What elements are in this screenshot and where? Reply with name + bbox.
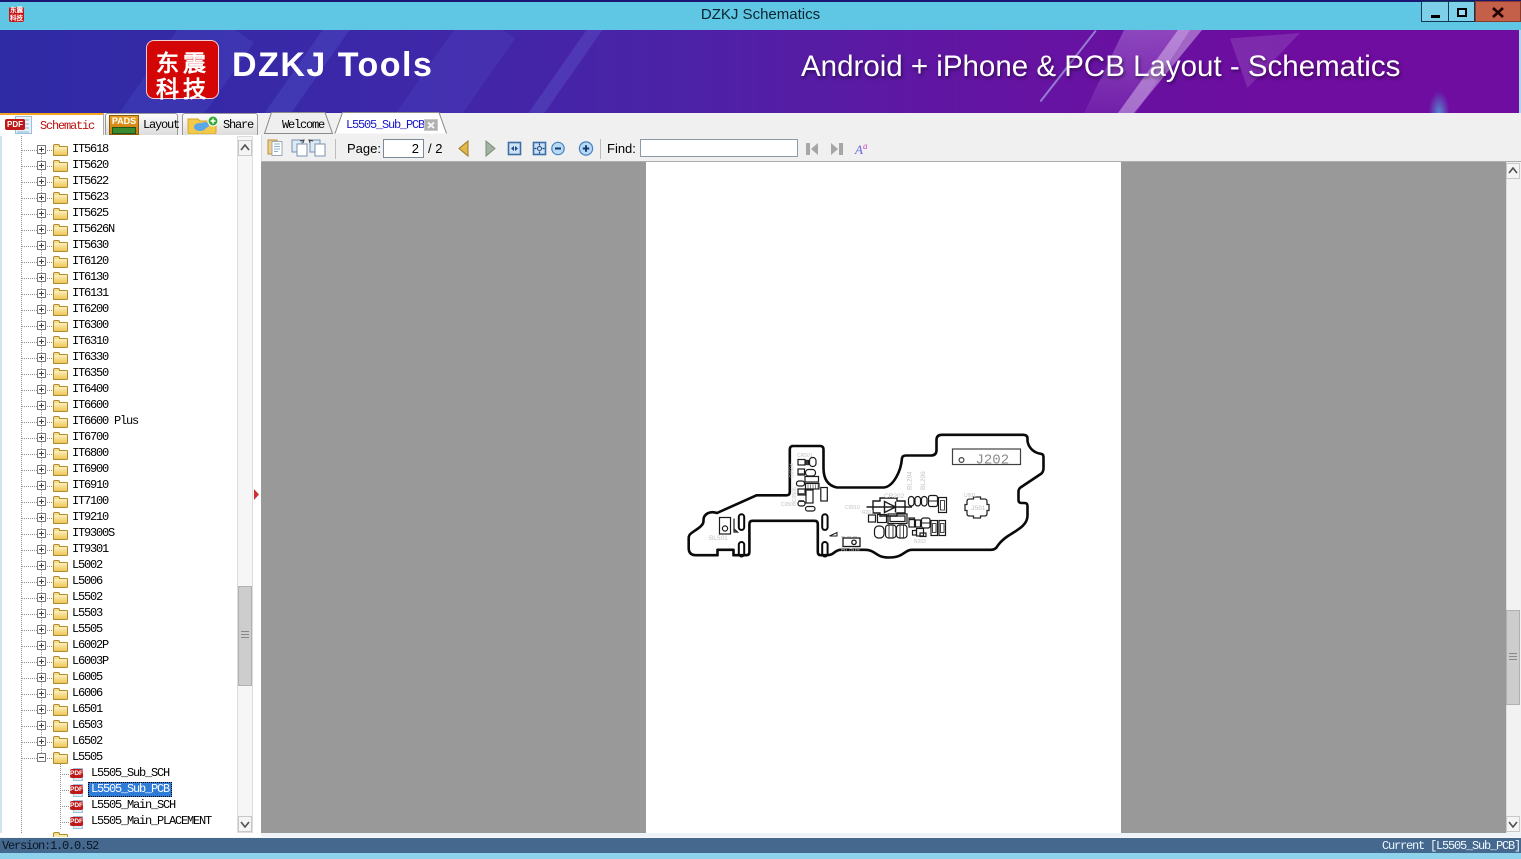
svg-text:C0504: C0504 (790, 463, 796, 478)
svg-text:R201: R201 (862, 510, 874, 516)
svg-text:C0510: C0510 (845, 505, 860, 511)
svg-text:R203: R203 (914, 539, 926, 545)
svg-text:BL206: BL206 (920, 471, 927, 490)
svg-text:a: a (863, 141, 868, 151)
svg-text:U501: U501 (964, 493, 976, 499)
svg-text:BL501: BL501 (709, 535, 728, 542)
svg-text:C0508: C0508 (781, 502, 796, 508)
svg-text:BL509: BL509 (841, 547, 860, 554)
svg-text:J501: J501 (971, 505, 986, 512)
svg-text:CR501: CR501 (797, 453, 813, 459)
svg-text:A: A (854, 142, 863, 157)
svg-text:CR202: CR202 (884, 493, 905, 500)
svg-text:J202: J202 (976, 453, 1010, 469)
svg-text:C0506: C0506 (792, 487, 798, 502)
svg-text:BL204: BL204 (907, 471, 914, 490)
